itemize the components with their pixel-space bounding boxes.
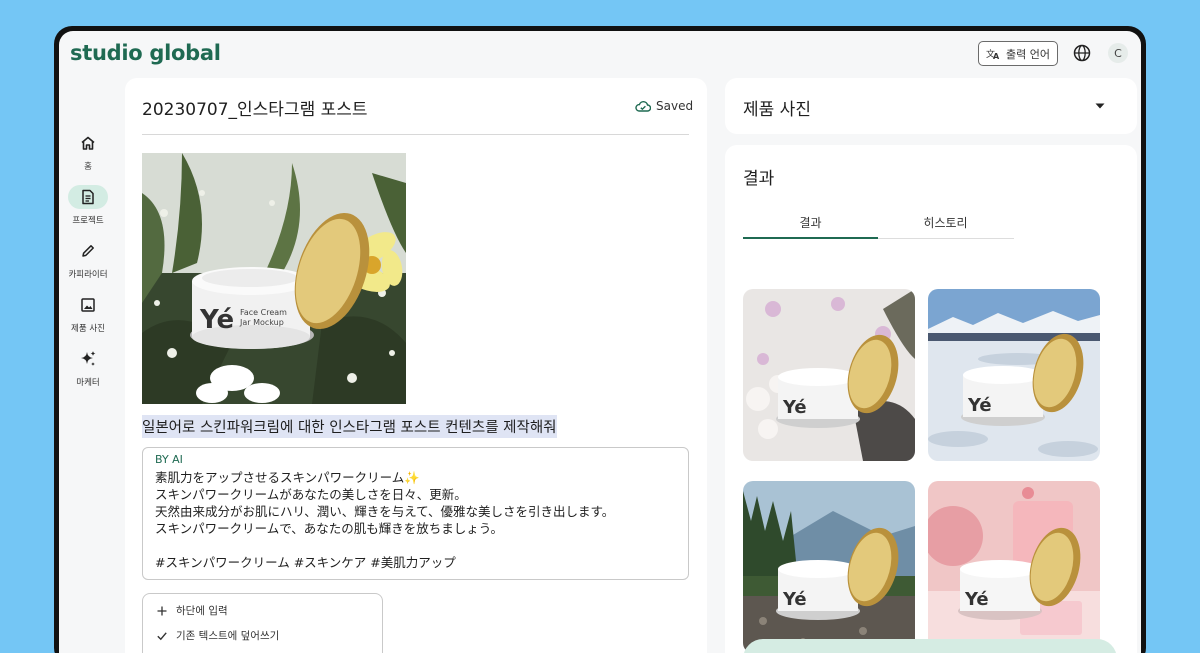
result-thumbnail[interactable]: Yé	[928, 481, 1100, 653]
svg-text:A: A	[993, 52, 1000, 60]
ai-hashtags: #スキンパワークリーム #スキンケア #美肌力アップ	[155, 555, 456, 570]
ai-text-blank	[155, 537, 676, 554]
app-logo[interactable]: studio global	[70, 41, 221, 65]
save-status-label: Saved	[656, 99, 694, 113]
svg-text:Yé: Yé	[199, 305, 234, 335]
sparkle-icon	[81, 351, 96, 366]
svg-text:Yé: Yé	[964, 589, 989, 610]
results-title: 결과	[743, 169, 775, 189]
document-icon	[82, 189, 94, 205]
translate-icon: 文 A	[986, 48, 1000, 60]
product-image[interactable]: Yé Face Cream Jar Mockup	[142, 153, 406, 404]
sidebar-nav: 홈 프로젝트 카피라이터 제품 사진 마케터	[59, 131, 117, 401]
document-title[interactable]: 20230707_인스타그램 포스트	[142, 95, 368, 120]
sidebar-item-projects[interactable]: 프로젝트	[59, 185, 117, 239]
tab-history[interactable]: 히스토리	[878, 214, 1013, 231]
cloud-check-icon	[635, 101, 651, 112]
ai-text-line: スキンパワークリームで、あなたの肌も輝きを放ちましょう。	[155, 521, 504, 536]
sidebar-item-copywriter[interactable]: 카피라이터	[59, 239, 117, 293]
sidebar-item-product-photo[interactable]: 제품 사진	[59, 293, 117, 347]
sidebar-item-home[interactable]: 홈	[59, 131, 117, 185]
product-photo-selector[interactable]: 제품 사진	[725, 78, 1137, 134]
svg-text:Jar Mockup: Jar Mockup	[239, 318, 284, 327]
app-screen: studio global 文 A 출력 언어 C 홈 프로젝트 카피라이터 제…	[59, 31, 1141, 653]
sidebar-item-label: 프로젝트	[72, 216, 104, 226]
plus-icon	[157, 606, 167, 615]
sidebar-item-label: 제품 사진	[71, 324, 105, 334]
ai-text-line: 素肌力をアップさせるスキンパワークリーム✨	[155, 470, 420, 485]
home-icon	[81, 136, 95, 150]
menu-item-insert-below[interactable]: 하단에 입력	[143, 598, 382, 623]
pencil-icon	[82, 245, 94, 257]
sidebar-item-label: 홈	[84, 162, 92, 172]
menu-item-label: 기존 텍스트에 덮어쓰기	[176, 630, 280, 642]
globe-icon[interactable]	[1073, 44, 1091, 62]
svg-text:Yé: Yé	[782, 589, 807, 610]
results-panel: 결과 결과 히스토리 Yé Yé Yé Yé	[725, 145, 1137, 653]
product-photo-title: 제품 사진	[743, 100, 811, 120]
active-tab-indicator	[743, 237, 878, 239]
check-icon	[157, 631, 167, 640]
ai-text-line: 天然由来成分がお肌にハリ、潤い、輝きを与えて、優雅な美しさを引き出します。	[155, 504, 615, 519]
output-language-button[interactable]: 文 A 출력 언어	[978, 41, 1058, 66]
ai-text-line: スキンパワークリームがあなたの美しさを日々、更新。	[155, 487, 467, 502]
svg-text:Yé: Yé	[967, 395, 992, 416]
sidebar-item-label: 카피라이터	[68, 270, 108, 280]
user-avatar[interactable]: C	[1108, 43, 1128, 63]
title-divider	[142, 134, 689, 135]
output-language-label: 출력 언어	[1006, 47, 1050, 61]
menu-item-label: 하단에 입력	[176, 605, 228, 617]
sidebar-item-label: 마케터	[76, 378, 100, 388]
sidebar-item-marketer[interactable]: 마케터	[59, 347, 117, 401]
ai-response-box[interactable]: BY AI 素肌力をアップさせるスキンパワークリーム✨ スキンパワークリームがあ…	[142, 447, 689, 580]
tab-divider	[878, 238, 1014, 239]
save-status: Saved	[635, 99, 693, 113]
menu-item-overwrite[interactable]: 기존 텍스트에 덮어쓰기	[143, 623, 382, 648]
editor-panel: 20230707_인스타그램 포스트 Saved Yé Face Cream J…	[125, 78, 707, 653]
dropdown-arrow-icon[interactable]	[1095, 102, 1105, 110]
image-icon	[81, 298, 95, 312]
svg-text:Yé: Yé	[782, 397, 807, 418]
ai-label: BY AI	[155, 453, 183, 466]
result-thumbnail[interactable]: Yé	[928, 289, 1100, 461]
svg-text:Face Cream: Face Cream	[240, 308, 287, 317]
user-prompt[interactable]: 일본어로 스킨파워크림에 대한 인스타그램 포스트 컨텐츠를 제작해줘	[142, 415, 557, 438]
bottom-action-button[interactable]	[743, 639, 1117, 653]
tab-results[interactable]: 결과	[743, 214, 878, 231]
insert-options-menu: 하단에 입력 기존 텍스트에 덮어쓰기	[142, 593, 383, 653]
result-thumbnail[interactable]: Yé	[743, 289, 915, 461]
result-thumbnail[interactable]: Yé	[743, 481, 915, 653]
